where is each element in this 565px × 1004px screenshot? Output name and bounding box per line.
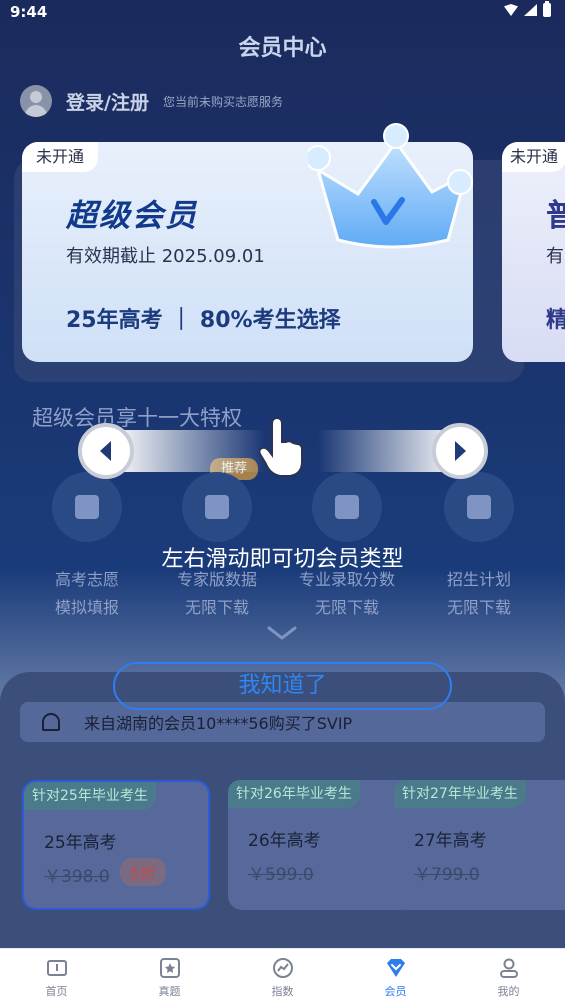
swipe-left-arrow[interactable]: [78, 423, 134, 479]
vip-diamond-icon: [386, 959, 405, 977]
swipe-right-arrow[interactable]: [432, 423, 488, 479]
nav-label: 我的: [497, 985, 520, 998]
nav-item-profile[interactable]: 我的: [452, 949, 565, 1004]
home-book-icon: [46, 960, 67, 976]
user-icon: [499, 958, 518, 978]
nav-label: 真题: [158, 985, 181, 998]
star-document-icon: [159, 958, 180, 978]
pointing-hand-icon: [258, 418, 303, 477]
nav-item-home[interactable]: 首页: [0, 949, 113, 1004]
nav-label: 指数: [271, 985, 294, 998]
nav-label: 会员: [384, 985, 407, 998]
nav-item-vip[interactable]: 会员: [339, 949, 452, 1004]
nav-item-exams[interactable]: 真题: [113, 949, 226, 1004]
gauge-icon: [272, 958, 293, 978]
got-it-button[interactable]: 我知道了: [113, 662, 452, 710]
swipe-trail-left: [120, 430, 265, 472]
nav-label: 首页: [45, 985, 68, 998]
swipe-guide-overlay: 左右滑动即可切会员类型 我知道了: [0, 0, 565, 948]
nav-item-index[interactable]: 指数: [226, 949, 339, 1004]
chevron-left-icon: [100, 441, 111, 461]
bottom-nav: 首页 真题 指数 会员 我的: [0, 948, 565, 1004]
chevron-right-icon: [455, 441, 466, 461]
swipe-hint-text: 左右滑动即可切会员类型: [161, 547, 404, 572]
